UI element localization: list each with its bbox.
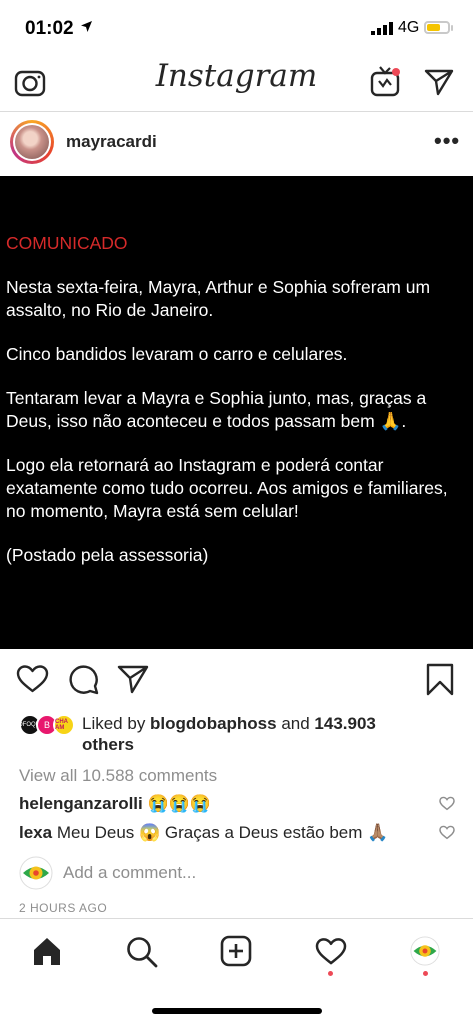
likes-suffix[interactable]: others: [82, 735, 134, 754]
bookmark-icon[interactable]: [426, 663, 454, 696]
post-paragraph: Cinco bandidos levaram o carro e celular…: [6, 344, 348, 364]
facepile-avatar: CHA AM: [53, 714, 75, 736]
home-indicator[interactable]: [152, 1008, 322, 1014]
add-icon[interactable]: [220, 935, 252, 967]
comment-text: Meu Deus 😱 Graças a Deus estão bem 🙏🏽: [56, 823, 389, 842]
post-avatar[interactable]: [15, 125, 49, 159]
likes-summary[interactable]: Liked by blogdobaphoss and 143.903 other…: [82, 713, 422, 755]
more-options-button[interactable]: •••: [434, 128, 460, 154]
likes-count[interactable]: 143.903: [314, 714, 375, 733]
likes-prefix: Liked by: [82, 714, 151, 733]
tabbar-divider: [0, 918, 473, 919]
header-divider: [0, 111, 473, 112]
activity-icon[interactable]: [315, 937, 347, 966]
heart-icon[interactable]: [16, 664, 49, 694]
profile-notification-dot: [423, 971, 428, 976]
home-icon[interactable]: [32, 936, 62, 966]
post-paragraph: Logo ela retornará ao Instagram e poderá…: [6, 455, 448, 521]
post-actions-bar: [0, 650, 473, 710]
post-image-text: COMUNICADO Nesta sexta-feira, Mayra, Art…: [6, 232, 468, 588]
comment-like-heart-icon[interactable]: [439, 825, 455, 840]
profile-icon[interactable]: [410, 936, 440, 966]
comment-like-heart-icon[interactable]: [439, 796, 455, 811]
status-time: 01:02: [25, 18, 74, 39]
post-username[interactable]: mayracardi: [66, 132, 157, 152]
comment-row: lexa Meu Deus 😱 Graças a Deus estão bem …: [19, 823, 388, 843]
current-user-avatar: [19, 856, 53, 890]
search-icon[interactable]: [126, 936, 158, 968]
post-paragraph: Tentaram levar a Mayra e Sophia junto, m…: [6, 388, 427, 431]
status-bar: 01:02 4G: [0, 0, 473, 56]
location-arrow-icon: [81, 21, 92, 32]
direct-icon[interactable]: [424, 68, 454, 96]
add-comment-input[interactable]: Add a comment...: [63, 863, 196, 883]
share-icon[interactable]: [117, 664, 149, 694]
comment-username[interactable]: helenganzarolli: [19, 794, 143, 813]
comment-text: 😭😭😭: [147, 794, 211, 813]
signal-bars-icon: [371, 22, 393, 35]
post-paragraph: (Postado pela assessoria): [6, 545, 209, 565]
comment-username[interactable]: lexa: [19, 823, 52, 842]
likes-connector: and: [276, 714, 315, 733]
liked-by-user[interactable]: blogdobaphoss: [150, 714, 277, 733]
activity-notification-dot: [328, 971, 333, 976]
post-image-title: COMUNICADO: [6, 233, 128, 253]
comment-row: helenganzarolli 😭😭😭: [19, 794, 211, 814]
post-paragraph: Nesta sexta-feira, Mayra, Arthur e Sophi…: [6, 277, 431, 320]
comment-icon[interactable]: [68, 664, 99, 695]
liked-by-facepile[interactable]: FOFOQUEI B CHA AM: [14, 714, 79, 738]
post-image[interactable]: COMUNICADO Nesta sexta-feira, Mayra, Art…: [0, 176, 473, 649]
battery-cap: [451, 25, 453, 31]
igtv-icon[interactable]: [369, 64, 403, 98]
post-timestamp: 2 HOURS AGO: [19, 901, 108, 915]
battery-icon: [424, 21, 450, 34]
network-type: 4G: [398, 19, 420, 36]
view-all-comments-link[interactable]: View all 10.588 comments: [19, 766, 217, 786]
